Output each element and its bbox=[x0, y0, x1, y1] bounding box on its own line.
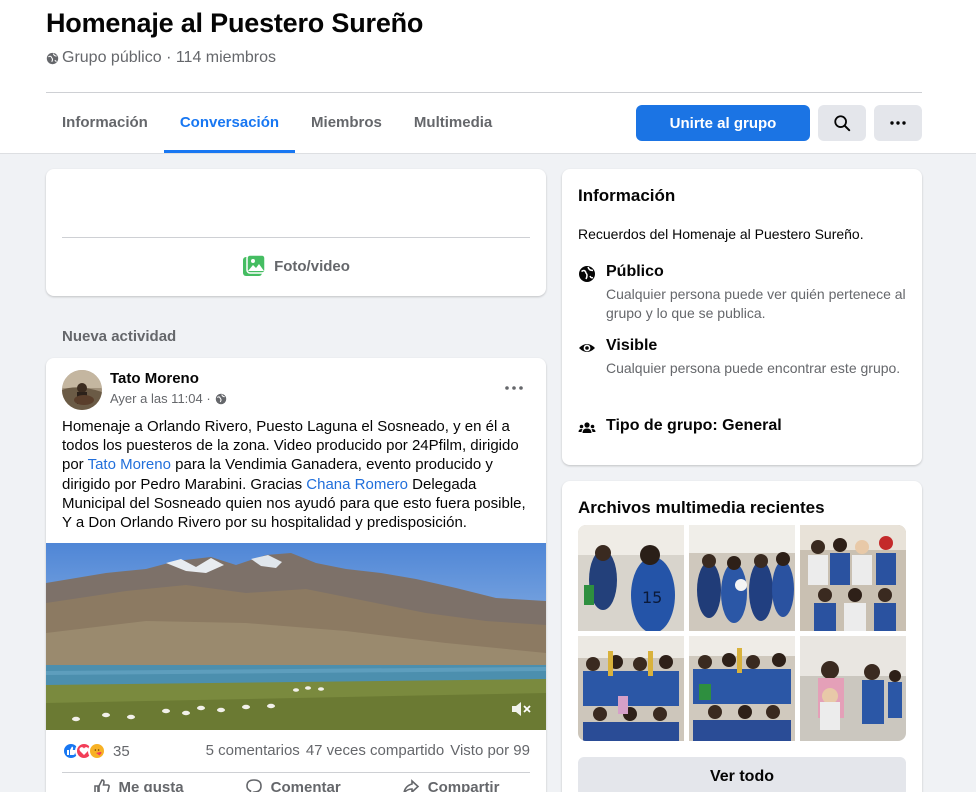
media-thumbnail[interactable] bbox=[800, 525, 906, 631]
media-thumbnail[interactable] bbox=[689, 525, 795, 631]
group-title: Homenaje al Puestero Sureño bbox=[46, 8, 424, 38]
globe-icon bbox=[579, 266, 595, 282]
reaction-count: 35 bbox=[113, 742, 130, 760]
eye-icon bbox=[579, 344, 595, 352]
tab-miembros[interactable]: Miembros bbox=[295, 93, 398, 153]
comment-label: Comentar bbox=[270, 778, 341, 792]
group-tabs: Información Conversación Miembros Multim… bbox=[46, 93, 508, 153]
group-type: Tipo de grupo: General bbox=[606, 417, 782, 434]
share-icon bbox=[403, 779, 419, 792]
post-body: Homenaje a Orlando Rivero, Puesto Laguna… bbox=[62, 417, 532, 532]
info-card: Información Recuerdos del Homenaje al Pu… bbox=[562, 169, 922, 465]
like-label: Me gusta bbox=[118, 778, 184, 792]
composer-divider bbox=[62, 237, 530, 238]
info-title: Información bbox=[578, 186, 676, 205]
info-visible: Visible Cualquier persona puede encontra… bbox=[578, 337, 906, 378]
care-reaction-icon bbox=[88, 742, 106, 760]
media-title: Archivos multimedia recientes bbox=[578, 498, 825, 517]
media-thumbnail[interactable] bbox=[800, 636, 906, 741]
reaction-icons bbox=[62, 742, 106, 760]
media-grid: 15 bbox=[578, 525, 906, 741]
post-video[interactable] bbox=[46, 543, 546, 730]
comments-count[interactable]: 5 comentarios bbox=[206, 742, 300, 759]
tab-conversacion[interactable]: Conversación bbox=[163, 93, 296, 153]
visible-title: Visible bbox=[606, 337, 658, 354]
info-description: Recuerdos del Homenaje al Puestero Sureñ… bbox=[578, 226, 864, 242]
media-thumbnail[interactable]: 15 bbox=[578, 525, 684, 631]
share-button[interactable]: Compartir bbox=[402, 778, 500, 792]
photo-icon bbox=[243, 254, 266, 276]
reactions-summary[interactable]: 35 bbox=[62, 742, 130, 760]
actions-divider bbox=[62, 772, 530, 773]
visible-description: Cualquier persona puede encontrar este g… bbox=[606, 360, 901, 376]
photo-video-label: Foto/video bbox=[274, 257, 350, 275]
media-thumbnail[interactable] bbox=[578, 636, 684, 741]
group-meta: Grupo público · 114 miembros bbox=[46, 49, 276, 67]
search-icon bbox=[834, 115, 851, 132]
svg-text:15: 15 bbox=[642, 588, 662, 607]
public-title: Público bbox=[606, 263, 664, 280]
media-thumbnail[interactable] bbox=[689, 636, 795, 741]
mention-tato-moreno[interactable]: Tato Moreno bbox=[88, 456, 171, 473]
comment-icon bbox=[245, 779, 262, 792]
views-count: Visto por 99 bbox=[450, 742, 530, 759]
more-icon bbox=[505, 386, 523, 390]
photo-video-button[interactable]: Foto/video bbox=[46, 254, 546, 278]
public-description: Cualquier persona puede ver quién perten… bbox=[606, 286, 906, 321]
mention-chana-romero[interactable]: Chana Romero bbox=[306, 476, 408, 493]
group-header: Homenaje al Puestero Sureño Grupo públic… bbox=[0, 0, 976, 154]
more-icon bbox=[890, 121, 906, 125]
post-time-text[interactable]: Ayer a las 11:04 · bbox=[110, 391, 211, 406]
post-stats: 5 comentarios 47 veces compartido Visto … bbox=[206, 742, 530, 759]
more-options-button[interactable] bbox=[874, 105, 922, 141]
like-button[interactable]: Me gusta bbox=[93, 778, 184, 792]
like-icon bbox=[93, 779, 110, 792]
tab-multimedia[interactable]: Multimedia bbox=[398, 93, 508, 153]
globe-icon bbox=[215, 393, 226, 404]
post-timestamp: Ayer a las 11:04 · bbox=[110, 391, 227, 406]
post-card: Tato Moreno Ayer a las 11:04 · Homenaje … bbox=[46, 358, 546, 792]
info-public: Público Cualquier persona puede ver quié… bbox=[578, 263, 906, 323]
post-composer[interactable]: Foto/video bbox=[46, 169, 546, 296]
author-avatar[interactable] bbox=[62, 370, 102, 410]
info-group-type: Tipo de grupo: General bbox=[578, 417, 782, 437]
recent-media-card: Archivos multimedia recientes 15 Ver tod… bbox=[562, 481, 922, 792]
mute-icon[interactable] bbox=[510, 700, 532, 718]
post-options-button[interactable] bbox=[500, 378, 528, 398]
people-icon bbox=[578, 422, 596, 433]
post-actions: Me gusta Comentar Compartir bbox=[62, 778, 530, 792]
join-group-button[interactable]: Unirte al grupo bbox=[636, 105, 810, 141]
post-author[interactable]: Tato Moreno bbox=[110, 370, 199, 387]
see-all-button[interactable]: Ver todo bbox=[578, 757, 906, 792]
comment-button[interactable]: Comentar bbox=[245, 778, 341, 792]
shares-count[interactable]: 47 veces compartido bbox=[306, 742, 444, 759]
tab-informacion[interactable]: Información bbox=[46, 93, 164, 153]
share-label: Compartir bbox=[427, 778, 500, 792]
feed-section-label: Nueva actividad bbox=[62, 328, 177, 345]
group-meta-text: Grupo público · 114 miembros bbox=[62, 49, 277, 66]
search-button[interactable] bbox=[818, 105, 866, 141]
globe-icon bbox=[46, 52, 59, 64]
